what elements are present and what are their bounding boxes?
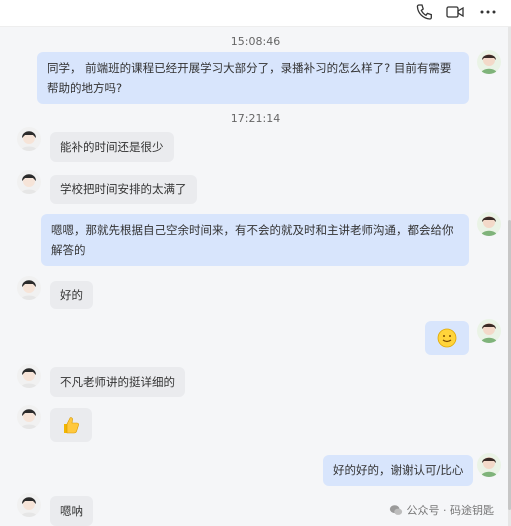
student-avatar[interactable] <box>17 364 41 388</box>
watermark-text: 公众号 · 码途钥匙 <box>406 504 495 517</box>
message-bubble-incoming[interactable]: 能补的时间还是很少 <box>50 132 174 162</box>
message-bubble-incoming[interactable]: 好的 <box>50 281 93 309</box>
message-bubble-outgoing[interactable]: 嗯嗯，那就先根据自己空余时间来，有不会的就及时和主讲老师沟通，都会给你解答的 <box>41 214 469 266</box>
teacher-avatar[interactable] <box>477 453 501 477</box>
video-icon[interactable] <box>445 2 465 22</box>
student-avatar[interactable] <box>17 127 41 151</box>
thumbs-up-emoji-icon <box>64 417 79 434</box>
teacher-avatar[interactable] <box>477 319 501 343</box>
timestamp: 17:21:14 <box>230 112 281 125</box>
student-avatar[interactable] <box>17 405 41 429</box>
teacher-avatar[interactable] <box>477 50 501 74</box>
phone-icon[interactable] <box>414 2 434 22</box>
message-bubble-outgoing[interactable]: 同学， 前端班的课程已经开展学习大部分了，录播补习的怎么样了? 目前有需要帮助的… <box>37 52 469 104</box>
chat-header <box>0 0 511 27</box>
message-bubble-incoming[interactable]: 学校把时间安排的太满了 <box>50 175 197 204</box>
student-avatar[interactable] <box>17 170 41 194</box>
watermark: 公众号 · 码途钥匙 <box>389 502 495 518</box>
message-bubble-incoming[interactable]: 嗯呐 <box>50 496 93 526</box>
message-bubble-outgoing[interactable]: 好的好的，谢谢认可/比心 <box>323 455 474 486</box>
message-bubble-incoming[interactable] <box>50 408 92 442</box>
teacher-avatar[interactable] <box>477 212 501 236</box>
message-bubble-outgoing[interactable] <box>425 321 469 355</box>
student-avatar[interactable] <box>17 276 41 300</box>
smile-emoji-icon <box>437 328 457 348</box>
wechat-icon <box>389 505 402 515</box>
student-avatar[interactable] <box>17 493 41 517</box>
timestamp: 15:08:46 <box>230 35 281 48</box>
message-bubble-incoming[interactable]: 不凡老师讲的挺详细的 <box>50 367 185 397</box>
message-list[interactable]: 15:08:46 同学， 前端班的课程已经开展学习大部分了，录播补习的怎么样了?… <box>0 27 508 526</box>
more-icon[interactable] <box>478 2 498 22</box>
